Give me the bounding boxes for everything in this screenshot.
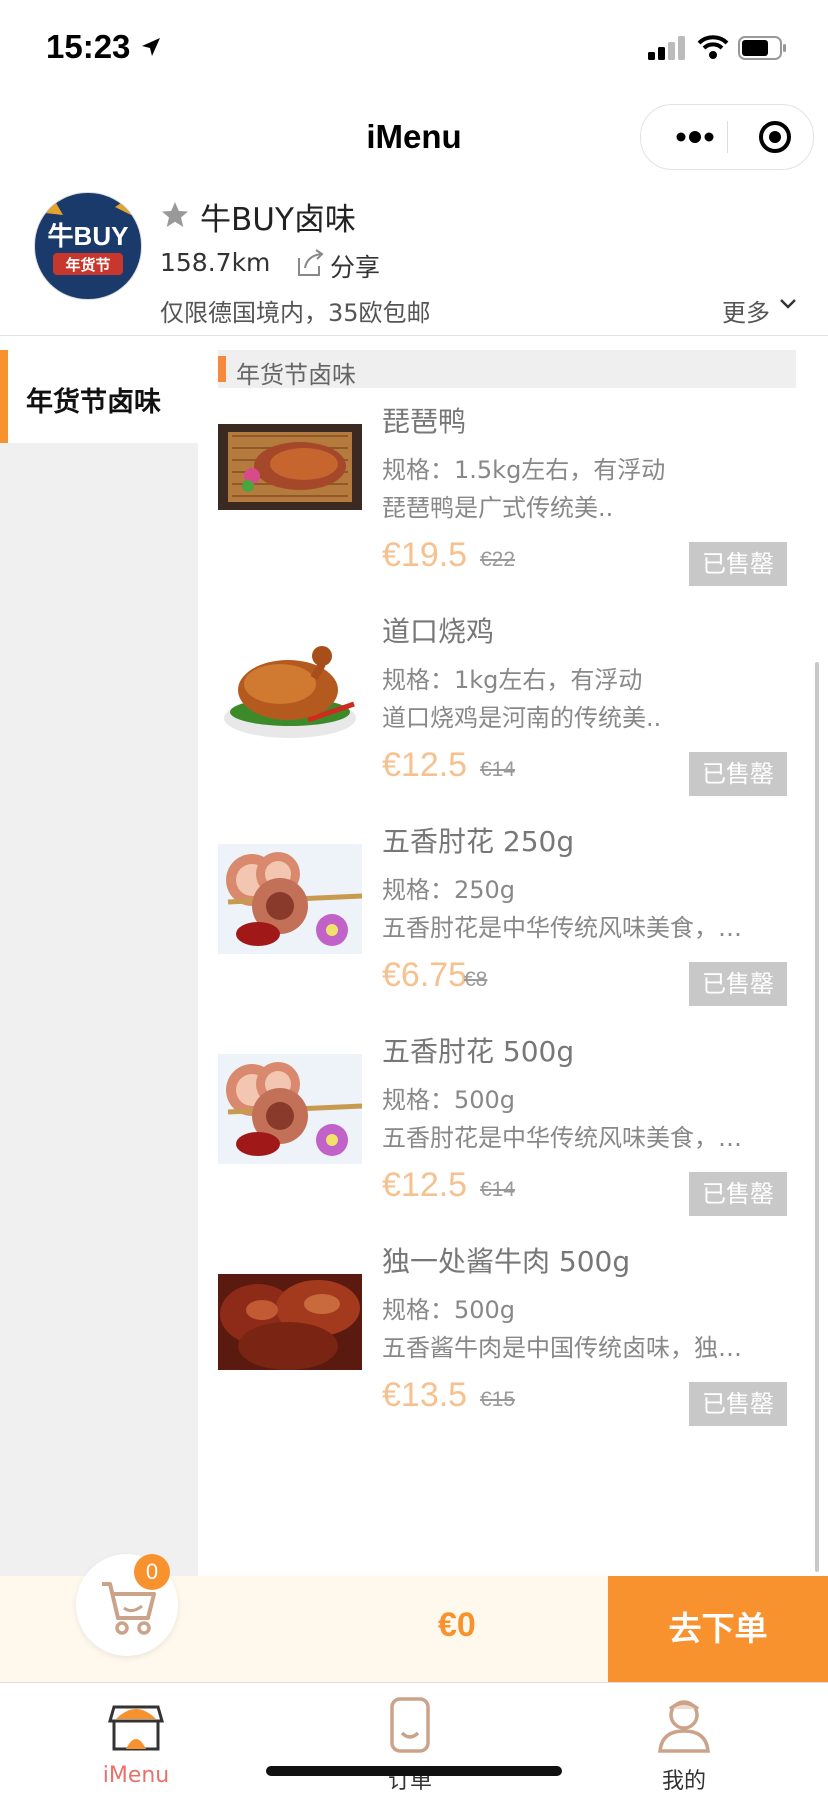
place-order-button[interactable]: 去下单 xyxy=(608,1576,828,1682)
share-button[interactable]: 分享 xyxy=(330,248,380,284)
cart-total: €0 xyxy=(438,1606,476,1644)
battery-icon xyxy=(738,36,786,60)
location-arrow-icon xyxy=(142,38,160,56)
tab-imenu[interactable]: iMenu xyxy=(56,1683,216,1793)
product-spec: 规格：1kg左右，有浮动 xyxy=(382,666,643,694)
scrollbar[interactable] xyxy=(815,662,819,1572)
nav-bar: iMenu xyxy=(0,90,828,180)
profile-icon xyxy=(658,1700,710,1753)
sold-out-button[interactable]: 已售罄 xyxy=(689,962,787,1006)
order-icon xyxy=(390,1697,430,1753)
wifi-icon xyxy=(697,35,729,59)
product-image-pork-hock xyxy=(218,1054,362,1164)
product-name: 五香肘花 500g xyxy=(382,1035,575,1068)
category-sidebar: 年货节卤味 xyxy=(0,350,198,1576)
product-spec: 规格：500g xyxy=(382,1296,516,1324)
product-item[interactable]: 独一处酱牛肉 500g 规格：500g 五香酱牛肉是中国传统卤味，独… €13.… xyxy=(218,1240,798,1480)
product-description: 琵琶鸭是广式传统美.. xyxy=(382,494,614,522)
product-image-pork-hock xyxy=(218,844,362,954)
shop-name: 牛BUY卤味 xyxy=(200,202,356,238)
product-item[interactable]: 五香肘花 250g 规格：250g 五香肘花是中华传统风味美食，… €6.75 … xyxy=(218,820,798,1060)
tab-label: 我的 xyxy=(661,1769,706,1794)
section-title: 年货节卤味 xyxy=(236,361,356,389)
product-description: 五香肘花是中华传统风味美食，… xyxy=(382,914,742,942)
shop-icon xyxy=(108,1705,164,1751)
product-name: 琵琶鸭 xyxy=(382,405,467,438)
product-image-braised-beef xyxy=(218,1274,362,1370)
tab-bar: iMenu 订单 我的 xyxy=(0,1682,828,1794)
shipping-notice: 仅限德国境内，35欧包邮 xyxy=(160,299,431,327)
tab-orders[interactable]: 订单 xyxy=(330,1683,490,1794)
status-bar: 15:23 xyxy=(0,0,828,90)
sold-out-button[interactable]: 已售罄 xyxy=(689,1382,787,1426)
product-price: €13.5 xyxy=(382,1376,468,1414)
close-target-icon[interactable] xyxy=(741,105,805,169)
mini-program-capsule xyxy=(640,104,814,170)
cart-bar: 0 €0 去下单 xyxy=(0,1554,828,1682)
active-indicator xyxy=(0,350,8,443)
product-image-roast-chicken xyxy=(218,634,362,744)
product-original-price: €22 xyxy=(480,548,516,571)
section-header: 年货节卤味 xyxy=(218,350,796,389)
product-item[interactable]: 五香肘花 500g 规格：500g 五香肘花是中华传统风味美食，… €12.5 … xyxy=(218,1030,798,1270)
share-icon[interactable] xyxy=(295,248,325,278)
capsule-divider xyxy=(727,121,728,153)
more-options-icon[interactable] xyxy=(663,105,727,169)
cart-count-badge: 0 xyxy=(134,1554,170,1590)
product-price: €12.5 xyxy=(382,1166,468,1204)
favorite-star-icon[interactable] xyxy=(160,200,190,230)
tab-label: iMenu xyxy=(102,1763,170,1788)
product-original-price: €8 xyxy=(464,968,488,991)
product-price: €12.5 xyxy=(382,746,468,784)
home-indicator xyxy=(266,1766,562,1776)
product-item[interactable]: 道口烧鸡 规格：1kg左右，有浮动 道口烧鸡是河南的传统美.. €12.5 €1… xyxy=(218,610,798,850)
svg-text:牛BUY: 牛BUY xyxy=(48,221,129,251)
sold-out-button[interactable]: 已售罄 xyxy=(689,1172,787,1216)
section-marker xyxy=(218,356,226,382)
product-name: 五香肘花 250g xyxy=(382,825,575,858)
product-price: €19.5 xyxy=(382,536,468,574)
product-image-pipa-duck xyxy=(218,424,362,510)
product-item[interactable]: 琵琶鸭 规格：1.5kg左右，有浮动 琵琶鸭是广式传统美.. €19.5 €22… xyxy=(218,400,798,640)
cellular-signal-icon xyxy=(648,36,685,60)
sold-out-button[interactable]: 已售罄 xyxy=(689,542,787,586)
product-name: 独一处酱牛肉 500g xyxy=(382,1245,631,1278)
product-spec: 规格：1.5kg左右，有浮动 xyxy=(382,456,666,484)
product-name: 道口烧鸡 xyxy=(382,615,495,648)
more-info-button[interactable]: 更多 xyxy=(722,293,770,328)
shop-distance: 158.7km xyxy=(160,248,271,277)
tab-profile[interactable]: 我的 xyxy=(604,1683,764,1794)
category-label: 年货节卤味 xyxy=(26,387,161,418)
product-description: 五香酱牛肉是中国传统卤味，独… xyxy=(382,1334,742,1362)
product-price: €6.75 xyxy=(382,956,468,994)
product-original-price: €14 xyxy=(480,758,516,781)
category-item-active[interactable]: 年货节卤味 xyxy=(0,350,198,443)
shop-logo: 牛BUY 年货节 xyxy=(34,192,142,300)
shop-header: 牛BUY 年货节 牛BUY卤味 158.7km 分享 仅限德国境内，35欧包邮 … xyxy=(0,180,828,336)
product-original-price: €14 xyxy=(480,1178,516,1201)
chevron-down-icon[interactable] xyxy=(778,294,798,314)
product-spec: 规格：250g xyxy=(382,876,516,904)
product-original-price: €15 xyxy=(480,1388,516,1411)
sold-out-button[interactable]: 已售罄 xyxy=(689,752,787,796)
product-spec: 规格：500g xyxy=(382,1086,516,1114)
product-description: 五香肘花是中华传统风味美食，… xyxy=(382,1124,742,1152)
product-description: 道口烧鸡是河南的传统美.. xyxy=(382,704,662,732)
status-time: 15:23 xyxy=(46,28,131,65)
svg-text:年货节: 年货节 xyxy=(65,256,110,274)
product-list: 年货节卤味 琵琶鸭 规格：1.5kg左右，有浮动 琵琶鸭是广式传统美.. €19… xyxy=(218,350,798,1576)
